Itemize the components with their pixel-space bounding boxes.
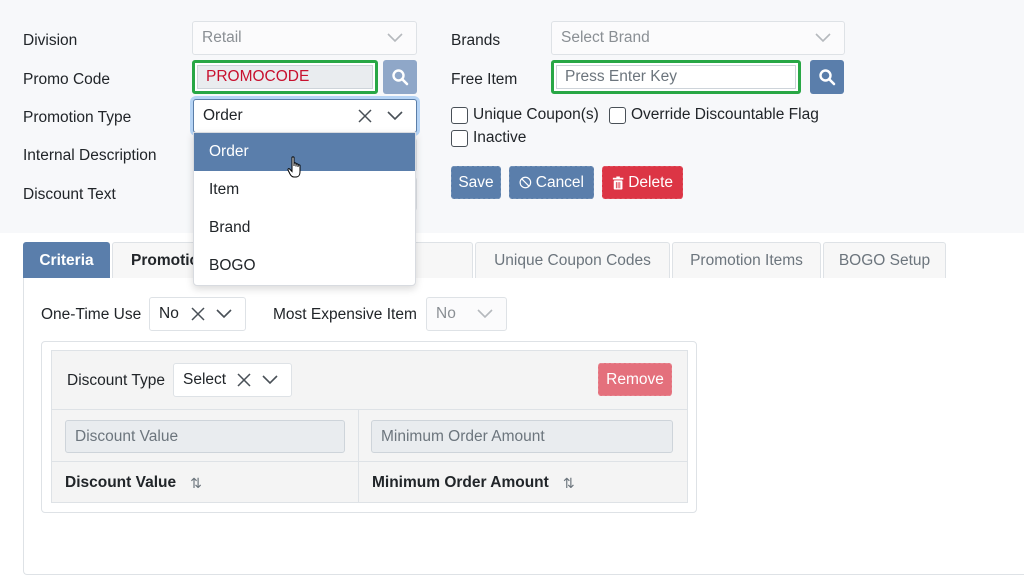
most-expensive-item-select[interactable]: No	[426, 297, 507, 331]
discount-type-select[interactable]: Select	[173, 363, 292, 397]
search-icon	[392, 69, 409, 86]
save-label: Save	[458, 173, 494, 191]
tab-label: Criteria	[39, 252, 94, 269]
promotion-type-label: Promotion Type	[23, 109, 132, 126]
inactive-checkbox[interactable]: Inactive	[451, 129, 526, 147]
tab-label: Promotion Items	[690, 252, 803, 269]
column-divider	[358, 410, 359, 502]
free-item-label: Free Item	[451, 71, 518, 88]
override-discountable-checkbox[interactable]: Override Discountable Flag	[609, 106, 819, 124]
discount-text-label: Discount Text	[23, 186, 116, 203]
free-item-input[interactable]	[556, 65, 796, 89]
division-select[interactable]: Retail	[192, 21, 417, 55]
promotion-type-value: Order	[203, 107, 243, 124]
column-header-minimum-order-amount[interactable]: Minimum Order Amount ⇅	[372, 474, 575, 492]
override-discountable-label: Override Discountable Flag	[631, 106, 819, 123]
row-divider	[52, 461, 687, 462]
save-button[interactable]: Save	[451, 166, 501, 199]
clear-icon[interactable]	[354, 106, 376, 126]
inactive-label: Inactive	[473, 129, 527, 146]
free-item-field-highlight	[551, 60, 801, 94]
brands-placeholder: Select Brand	[561, 29, 650, 46]
search-icon	[819, 69, 836, 86]
tab-bar: Criteria Promotion Date Range Unique Cou…	[23, 242, 948, 279]
tab-unique-coupon-codes[interactable]: Unique Coupon Codes	[475, 242, 670, 279]
clear-icon[interactable]	[187, 304, 209, 324]
internal-description-label: Internal Description	[23, 147, 157, 164]
promo-code-search-button[interactable]	[383, 60, 417, 94]
remove-label: Remove	[606, 370, 664, 388]
option-label: Order	[209, 143, 249, 160]
chevron-down-icon[interactable]	[384, 106, 406, 126]
brands-select[interactable]: Select Brand	[551, 21, 845, 55]
one-time-use-select[interactable]: No	[149, 297, 246, 331]
option-label: BOGO	[209, 257, 256, 274]
hand-pointer-cursor-icon	[287, 156, 301, 178]
checkbox-box[interactable]	[451, 129, 468, 147]
chevron-down-icon[interactable]	[213, 304, 235, 324]
clear-icon[interactable]	[233, 370, 255, 390]
discount-value-filter[interactable]	[65, 420, 345, 453]
dropdown-option-bogo[interactable]: BOGO	[194, 247, 415, 285]
discount-type-label: Discount Type	[67, 372, 165, 389]
chevron-down-icon	[812, 28, 834, 48]
dropdown-option-brand[interactable]: Brand	[194, 209, 415, 247]
most-expensive-item-label: Most Expensive Item	[273, 306, 417, 323]
cancel-label: Cancel	[535, 173, 584, 191]
tab-criteria[interactable]: Criteria	[23, 242, 110, 279]
promo-code-label: Promo Code	[23, 71, 111, 88]
row-divider	[52, 409, 687, 410]
unique-coupons-checkbox[interactable]: Unique Coupon(s)	[451, 106, 599, 124]
tab-bogo-setup[interactable]: BOGO Setup	[823, 242, 946, 279]
one-time-use-label: One-Time Use	[41, 306, 142, 323]
checkbox-box[interactable]	[451, 106, 468, 124]
promo-code-input[interactable]	[197, 65, 373, 89]
remove-button[interactable]: Remove	[598, 363, 672, 396]
tab-label: Unique Coupon Codes	[494, 252, 651, 269]
unique-coupons-label: Unique Coupon(s)	[473, 106, 599, 123]
one-time-use-value: No	[159, 305, 179, 322]
column-header-label: Minimum Order Amount	[372, 474, 549, 491]
tab-label: BOGO Setup	[838, 252, 931, 269]
column-header-discount-value[interactable]: Discount Value ⇅	[65, 474, 202, 492]
ban-icon	[519, 176, 532, 189]
trash-icon	[612, 175, 624, 190]
sort-icon[interactable]: ⇅	[563, 475, 575, 492]
division-value: Retail	[202, 29, 242, 46]
free-item-search-button[interactable]	[810, 60, 844, 94]
tab-promotion-items[interactable]: Promotion Items	[672, 242, 821, 279]
promo-code-field-highlight	[192, 60, 378, 94]
chevron-down-icon	[384, 28, 406, 48]
sort-icon[interactable]: ⇅	[190, 475, 202, 492]
chevron-down-icon[interactable]	[259, 370, 281, 390]
option-label: Brand	[209, 219, 251, 236]
division-label: Division	[23, 32, 78, 49]
discount-type-value: Select	[183, 371, 227, 388]
option-label: Item	[209, 181, 240, 198]
brands-label: Brands	[451, 32, 501, 49]
minimum-order-amount-filter[interactable]	[371, 420, 673, 453]
checkbox-box[interactable]	[609, 106, 626, 124]
chevron-down-icon	[474, 304, 496, 324]
most-expensive-item-value: No	[436, 305, 456, 322]
delete-button[interactable]: Delete	[602, 166, 683, 199]
column-header-label: Discount Value	[65, 474, 177, 491]
delete-label: Delete	[628, 173, 673, 191]
cancel-button[interactable]: Cancel	[509, 166, 594, 199]
promotion-type-select[interactable]: Order	[193, 99, 417, 133]
